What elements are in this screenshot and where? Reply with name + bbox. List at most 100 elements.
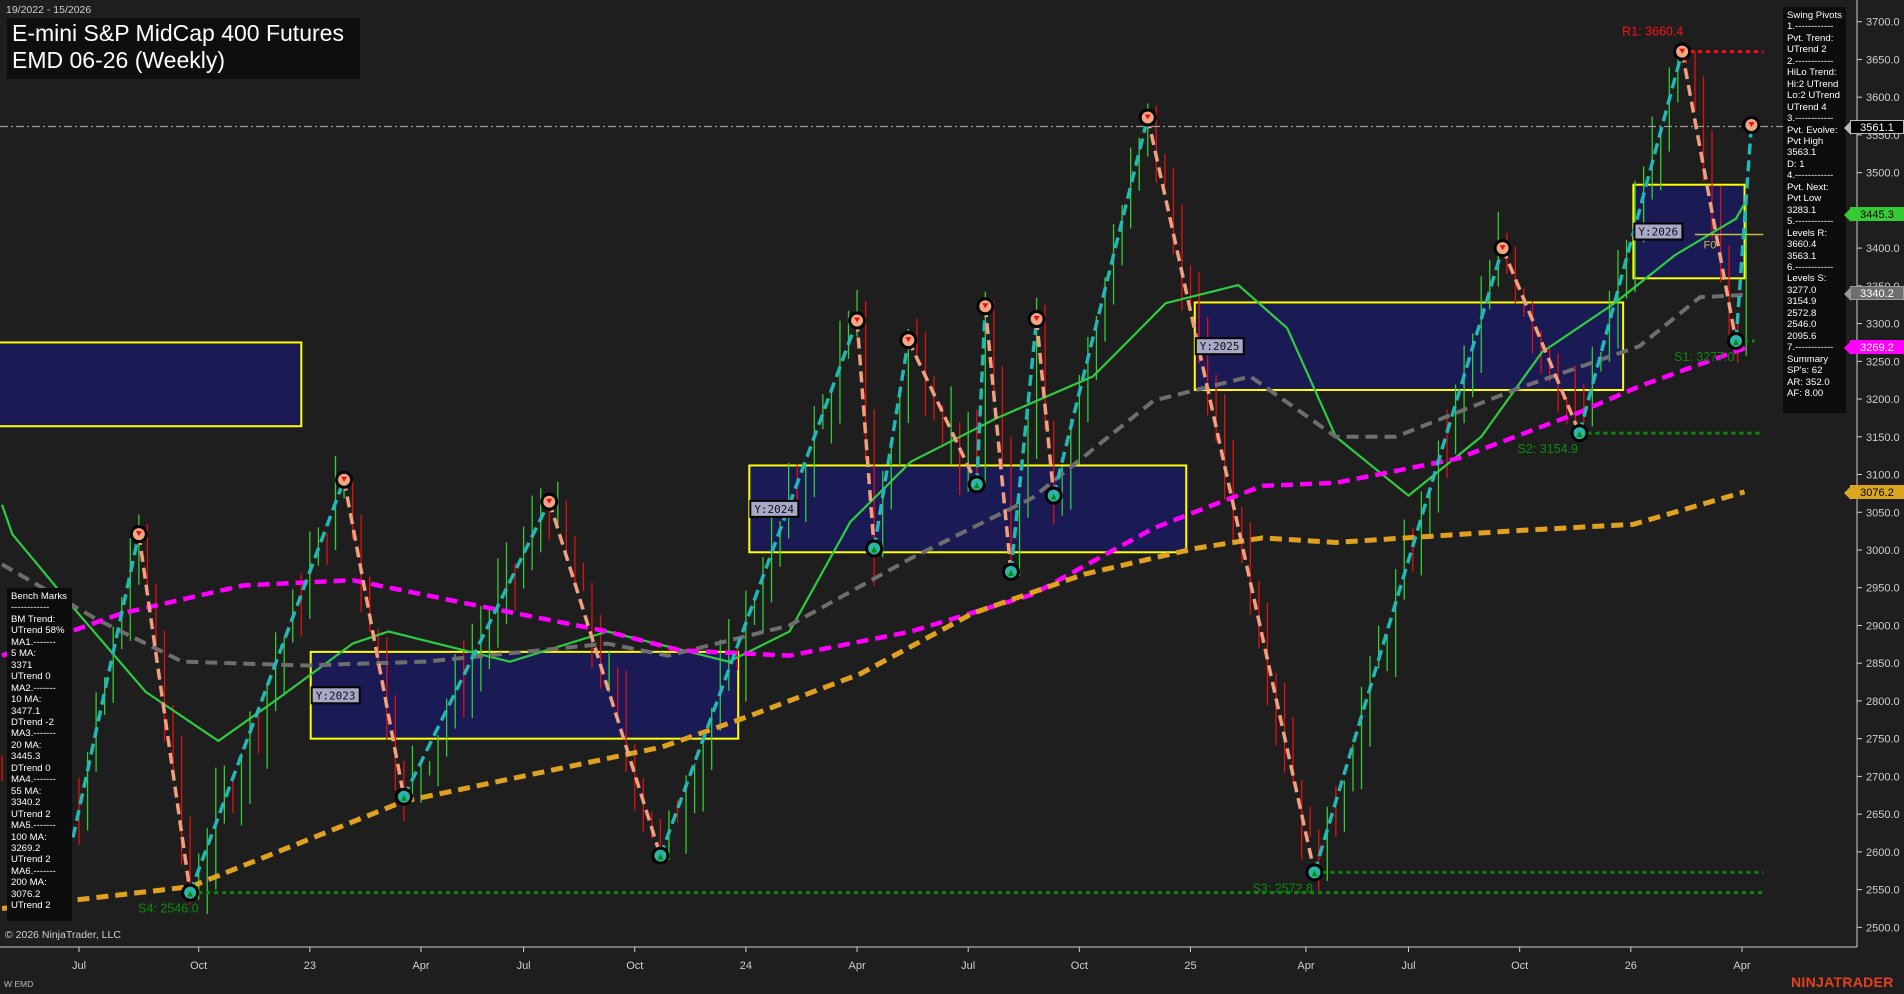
y-tick-label: 3000.0 xyxy=(1866,545,1900,557)
panel-line: AF: 8.00 xyxy=(1787,388,1842,399)
panel-line: SP's: 62 xyxy=(1787,365,1842,376)
instrument-label: W EMD xyxy=(4,979,33,989)
year-label: Y:2023 xyxy=(316,689,356,702)
instrument-title: E-mini S&P MidCap 400 Futures xyxy=(12,20,355,47)
panel-line: MA2.------- xyxy=(11,683,68,694)
panel-line: DTrend 0 xyxy=(11,763,68,774)
panel-line: 3277.0 xyxy=(1787,285,1842,296)
y-tick-label: 2950.0 xyxy=(1866,583,1900,595)
x-tick-label: Jul xyxy=(1401,960,1415,972)
level-label: R1: 3660.4 xyxy=(1622,25,1683,39)
panel-line: 2095.6 xyxy=(1787,331,1842,342)
panel-line: 1.------------ xyxy=(1787,21,1842,32)
panel-line: D: 1 xyxy=(1787,159,1842,170)
panel-line: 3477.1 xyxy=(11,706,68,717)
panel-line: UTrend 2 xyxy=(11,854,68,865)
panel-line: 5 MA: xyxy=(11,648,68,659)
panel-line: UTrend 2 xyxy=(11,900,68,911)
panel-line: MA5.------- xyxy=(11,820,68,831)
panel-line: UTrend 0 xyxy=(11,671,68,682)
y-tick-label: 2750.0 xyxy=(1866,734,1900,746)
x-tick-label: 24 xyxy=(740,960,752,972)
panel-line: 20 MA: xyxy=(11,740,68,751)
panel-line: 3340.2 xyxy=(11,797,68,808)
price-tag: 3561.1 xyxy=(1850,120,1904,134)
panel-line: Summary xyxy=(1787,354,1842,365)
y-tick-label: 3650.0 xyxy=(1866,54,1900,66)
bench-marks-panel: Bench Marks------------BM Trend:UTrend 5… xyxy=(7,588,72,921)
x-tick-label: Apr xyxy=(1297,960,1314,972)
panel-line: MA4.------- xyxy=(11,774,68,785)
panel-line: 200 MA: xyxy=(11,877,68,888)
panel-line: Pvt. Trend: xyxy=(1787,33,1842,44)
panel-line: MA1.------- xyxy=(11,637,68,648)
panel-line: Pvt. Evolve: xyxy=(1787,125,1842,136)
x-tick-label: Jul xyxy=(517,960,531,972)
price-tag: 3340.2 xyxy=(1850,286,1904,300)
x-tick-label: 25 xyxy=(1184,960,1196,972)
panel-line: MA6.------- xyxy=(11,866,68,877)
panel-line: Levels S: xyxy=(1787,273,1842,284)
date-range: 19/2022 - 15/2026 xyxy=(6,4,91,16)
x-tick-label: Apr xyxy=(412,960,429,972)
x-tick-label: 26 xyxy=(1625,960,1637,972)
panel-line: 3563.1 xyxy=(1787,147,1842,158)
fib-label: F0 xyxy=(1704,240,1717,252)
plot-area: R1: 3660.4S1: 3277.0S2: 3154.9S3: 2572.8… xyxy=(0,25,1857,916)
x-tick-label: Oct xyxy=(626,960,643,972)
y-tick-label: 2700.0 xyxy=(1866,771,1900,783)
y-tick-label: 2800.0 xyxy=(1866,696,1900,708)
panel-line: Lo:2 UTrend xyxy=(1787,90,1842,101)
panel-line: UTrend 2 xyxy=(11,809,68,820)
panel-line: 3283.1 xyxy=(1787,205,1842,216)
swing-up-leg xyxy=(404,502,549,797)
panel-line: 2546.0 xyxy=(1787,319,1842,330)
y-tick-label: 2600.0 xyxy=(1866,847,1900,859)
panel-line: Swing Pivots xyxy=(1787,10,1842,21)
contract-title: EMD 06-26 (Weekly) xyxy=(12,47,355,74)
x-tick-label: Oct xyxy=(1071,960,1088,972)
x-tick-label: Apr xyxy=(1733,960,1750,972)
panel-line: 4.------------ xyxy=(1787,170,1842,181)
panel-line: 3076.2 xyxy=(11,889,68,900)
year-range-box xyxy=(0,342,301,426)
panel-line: 3269.2 xyxy=(11,843,68,854)
panel-line: 3154.9 xyxy=(1787,296,1842,307)
panel-line: MA3.------- xyxy=(11,728,68,739)
price-chart[interactable]: R1: 3660.4S1: 3277.0S2: 3154.9S3: 2572.8… xyxy=(0,0,1904,994)
chart-title-box: E-mini S&P MidCap 400 Futures EMD 06-26 … xyxy=(7,18,360,79)
year-label: Y:2026 xyxy=(1638,226,1678,239)
y-tick-label: 3100.0 xyxy=(1866,470,1900,482)
swing-pivots-panel: Swing Pivots1.------------Pvt. Trend: UTr… xyxy=(1783,7,1846,413)
panel-line: UTrend 58% xyxy=(11,625,68,636)
panel-line: DTrend -2 xyxy=(11,717,68,728)
swing-up-leg xyxy=(1054,118,1148,496)
panel-line: UTrend 4 xyxy=(1787,102,1842,113)
year-label: Y:2024 xyxy=(754,503,794,516)
panel-line: 7.------------ xyxy=(1787,342,1842,353)
copyright: © 2026 NinjaTrader, LLC xyxy=(5,929,121,941)
price-tag: 3445.3 xyxy=(1850,207,1904,221)
year-label: Y:2025 xyxy=(1200,340,1240,353)
panel-line: 2572.8 xyxy=(1787,308,1842,319)
y-tick-label: 3400.0 xyxy=(1866,243,1900,255)
panel-line: 3371 xyxy=(11,660,68,671)
panel-line: Levels R: xyxy=(1787,228,1842,239)
swing-up-leg xyxy=(660,321,857,856)
y-tick-label: 3150.0 xyxy=(1866,432,1900,444)
y-tick-label: 3250.0 xyxy=(1866,356,1900,368)
panel-line: Bench Marks xyxy=(11,591,68,602)
panel-line: HiLo Trend: xyxy=(1787,67,1842,78)
panel-line: 10 MA: xyxy=(11,694,68,705)
panel-line: 2.------------ xyxy=(1787,56,1842,67)
y-tick-label: 3700.0 xyxy=(1866,17,1900,29)
panel-line: 6.------------ xyxy=(1787,262,1842,273)
y-tick-label: 2900.0 xyxy=(1866,620,1900,632)
y-tick-label: 3300.0 xyxy=(1866,319,1900,331)
panel-line: Hi:2 UTrend xyxy=(1787,79,1842,90)
y-tick-label: 3600.0 xyxy=(1866,92,1900,104)
level-label: S4: 2546.0 xyxy=(138,902,199,916)
x-tick-label: 23 xyxy=(304,960,316,972)
panel-line: Pvt High xyxy=(1787,136,1842,147)
panel-line: 3563.1 xyxy=(1787,251,1842,262)
